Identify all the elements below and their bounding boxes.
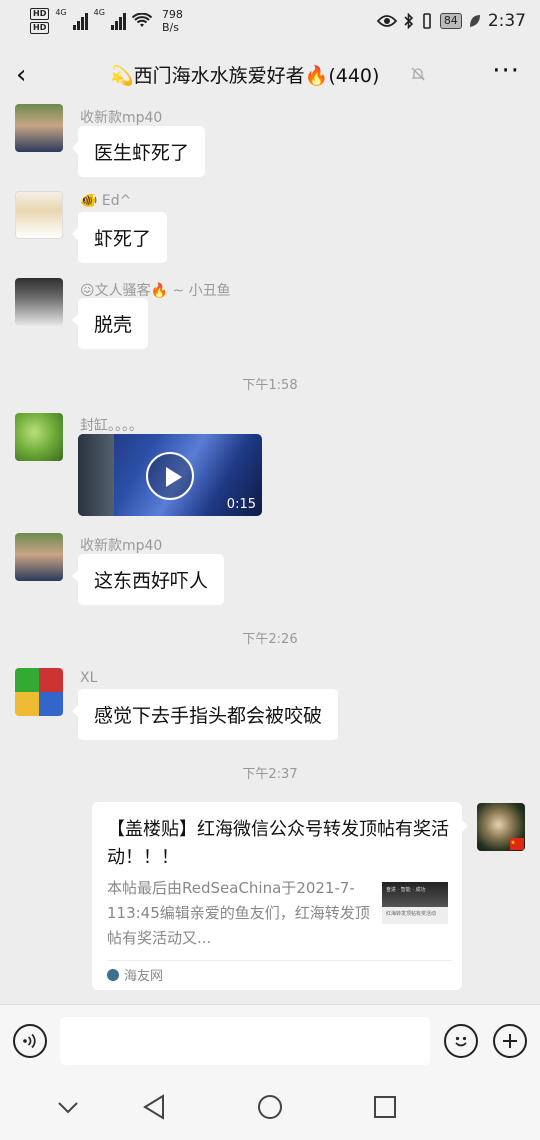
wifi-icon (131, 13, 152, 27)
divider (107, 960, 452, 961)
chevron-down-icon[interactable] (57, 1101, 79, 1115)
bluetooth-icon (404, 13, 413, 29)
avatar[interactable] (15, 191, 63, 239)
network-type-1: 4G (55, 8, 67, 17)
network-type-2: 4G (93, 8, 105, 17)
message-bubble[interactable]: 感觉下去手指头都会被咬破 (71, 689, 339, 740)
voice-icon[interactable] (13, 1024, 47, 1058)
sender-name: 🐠 Ed^ (80, 193, 132, 209)
status-bar: HD HD 4G 4G 798 B/s 84 2:37 (0, 0, 540, 48)
chat-title: 💫西门海水水族爱好者🔥(440) (110, 65, 380, 87)
mute-bell-icon (411, 67, 425, 81)
thumbnail-caption-top: 奋进 · 智能 · 成功 (386, 887, 426, 893)
link-card[interactable]: 【盖楼贴】红海微信公众号转发顶帖有奖活动！！！ 本帖最后由RedSeaChina… (92, 802, 468, 990)
avatar[interactable] (15, 668, 63, 716)
hd-indicator: HD HD (30, 8, 50, 34)
link-card-title: 【盖楼贴】红海微信公众号转发顶帖有奖活动！！！ (107, 819, 449, 868)
more-options-icon[interactable]: ··· (492, 56, 520, 86)
eye-icon (376, 15, 397, 27)
speed-value: 798 (161, 8, 183, 21)
avatar[interactable] (15, 413, 63, 461)
home-circle-icon[interactable] (257, 1094, 283, 1120)
back-icon[interactable]: ‹ (16, 60, 26, 90)
system-nav-bar (0, 1076, 540, 1140)
plus-icon[interactable] (493, 1024, 527, 1058)
back-triangle-icon[interactable] (143, 1094, 165, 1120)
message-bubble[interactable]: 医生虾死了 (71, 126, 206, 177)
sender-name: 封缸。。。。 (80, 418, 143, 434)
emoji-icon[interactable] (444, 1024, 478, 1058)
leaf-icon (469, 15, 480, 27)
network-speed: 798 B/s (162, 8, 183, 34)
message-bubble[interactable]: 这东西好吓人 (71, 554, 225, 605)
speed-unit: B/s (161, 21, 179, 34)
source-name: 海友网 (124, 969, 164, 984)
source-logo-icon (107, 968, 119, 981)
flag-icon (510, 838, 524, 850)
avatar[interactable] (15, 104, 63, 152)
sender-name: 收新款mp40 (80, 110, 163, 126)
input-bar (0, 1004, 540, 1076)
video-message[interactable]: 0:15 (78, 434, 262, 516)
battery-indicator: 84 (439, 13, 462, 29)
sender-name: 😖文人骚客🔥 ~ 小丑鱼 (80, 283, 231, 299)
timestamp: 下午2:37 (242, 767, 298, 782)
timestamp: 下午1:58 (242, 378, 298, 393)
avatar[interactable] (15, 278, 63, 326)
hd2-label: HD (30, 22, 50, 34)
signal-icon-1 (72, 12, 88, 30)
message-input[interactable] (60, 1017, 430, 1065)
sender-name: XL (80, 670, 98, 686)
signal-icon-2 (110, 12, 126, 30)
recents-square-icon[interactable] (373, 1095, 397, 1119)
chat-header: ‹ 💫西门海水水族爱好者🔥(440) ··· (0, 48, 540, 104)
video-thumbnail-edge (78, 434, 114, 516)
sender-name: 收新款mp40 (80, 538, 163, 554)
video-duration: 0:15 (226, 497, 256, 512)
link-card-source: 海友网 (107, 965, 163, 984)
avatar[interactable] (15, 533, 63, 581)
message-bubble[interactable]: 虾死了 (71, 212, 168, 263)
hd1-label: HD (30, 8, 50, 20)
thumbnail-caption-bottom: 红海转发顶帖有奖活动 (386, 911, 437, 917)
clock: 2:37 (487, 11, 526, 31)
link-card-description: 本帖最后由RedSeaChina于2021-7-113:45编辑亲爱的鱼友们，红… (107, 879, 370, 947)
vibrate-icon (423, 13, 431, 29)
play-icon[interactable] (146, 452, 194, 500)
link-card-thumbnail: 奋进 · 智能 · 成功 红海转发顶帖有奖活动 (382, 882, 448, 924)
timestamp: 下午2:26 (242, 632, 298, 647)
message-bubble[interactable]: 脱壳 (71, 298, 149, 349)
